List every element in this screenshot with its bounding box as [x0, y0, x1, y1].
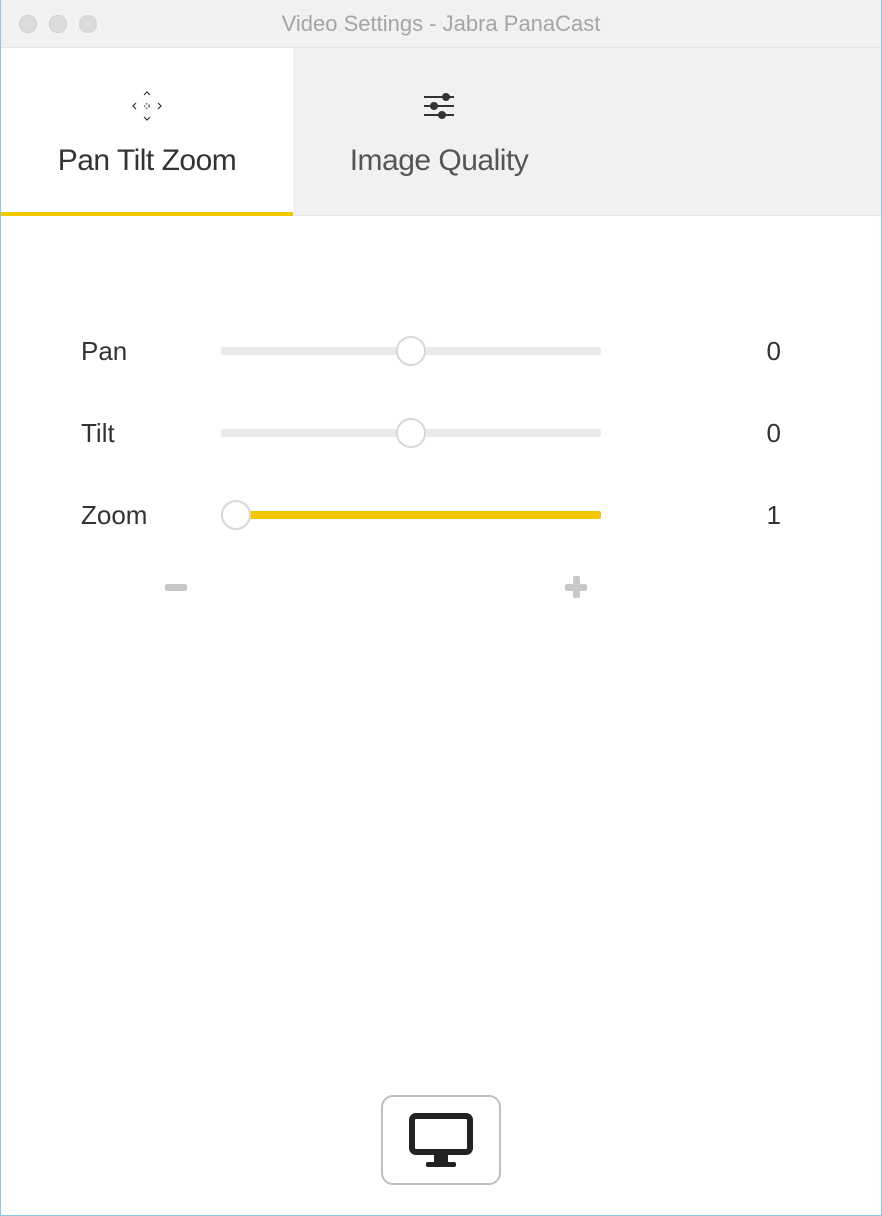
tab-spacer	[585, 48, 881, 215]
tab-pan-tilt-zoom[interactable]: Pan Tilt Zoom	[1, 48, 293, 215]
pan-value: 0	[601, 336, 791, 367]
zoom-slider[interactable]	[221, 500, 601, 530]
monitor-icon	[406, 1110, 476, 1170]
slider-thumb[interactable]	[396, 418, 426, 448]
zoom-value: 1	[601, 500, 791, 531]
zoom-buttons	[81, 572, 591, 602]
zoom-out-button[interactable]	[161, 572, 191, 602]
pan-slider[interactable]	[221, 336, 601, 366]
controls-panel: Pan 0 Tilt 0 Zoom 1	[1, 216, 881, 602]
traffic-lights	[1, 15, 97, 33]
slider-thumb[interactable]	[396, 336, 426, 366]
tab-label: Pan Tilt Zoom	[58, 144, 237, 178]
zoom-row: Zoom 1	[81, 500, 791, 530]
pan-row: Pan 0	[81, 336, 791, 366]
slider-thumb[interactable]	[221, 500, 251, 530]
window-title: Video Settings - Jabra PanaCast	[1, 11, 881, 37]
titlebar: Video Settings - Jabra PanaCast	[1, 0, 881, 48]
slider-fill	[236, 511, 601, 519]
tab-image-quality[interactable]: Image Quality	[293, 48, 585, 215]
zoom-in-button[interactable]	[561, 572, 591, 602]
sliders-icon	[422, 86, 456, 126]
zoom-label: Zoom	[81, 500, 221, 531]
tilt-slider[interactable]	[221, 418, 601, 448]
tab-bar: Pan Tilt Zoom Image Quality	[1, 48, 881, 216]
tab-label: Image Quality	[350, 144, 529, 178]
tilt-label: Tilt	[81, 418, 221, 449]
tilt-row: Tilt 0	[81, 418, 791, 448]
minimize-window-button[interactable]	[49, 15, 67, 33]
pan-tilt-zoom-icon	[129, 86, 165, 126]
preview-button[interactable]	[381, 1095, 501, 1185]
pan-label: Pan	[81, 336, 221, 367]
close-window-button[interactable]	[19, 15, 37, 33]
tilt-value: 0	[601, 418, 791, 449]
zoom-window-button[interactable]	[79, 15, 97, 33]
